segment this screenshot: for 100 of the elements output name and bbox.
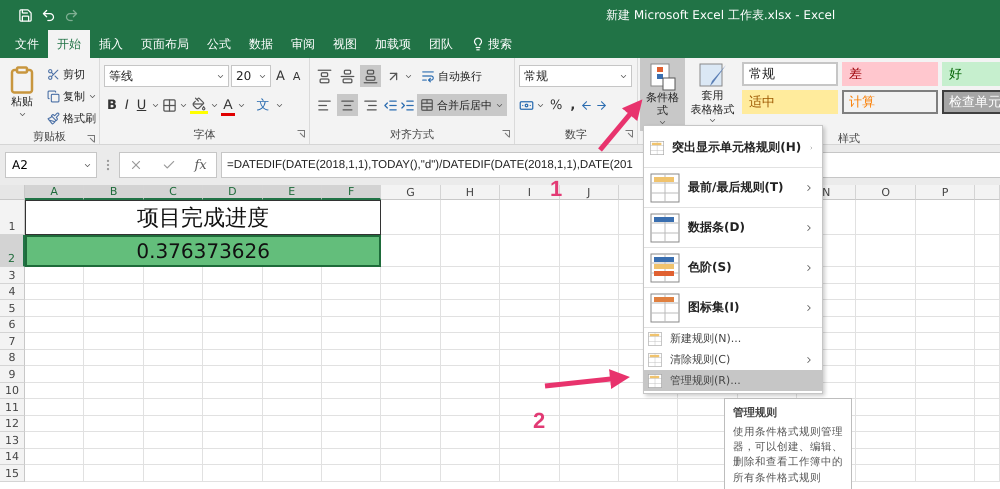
insert-function-button[interactable]: fx xyxy=(194,158,207,172)
sheet-cell[interactable] xyxy=(25,382,84,399)
sheet-cell[interactable] xyxy=(856,416,916,432)
sheet-cell[interactable] xyxy=(381,416,441,432)
sheet-cell[interactable] xyxy=(25,284,84,300)
cell-style-option[interactable]: 常规 xyxy=(742,62,838,86)
grow-font-button[interactable]: A xyxy=(273,65,288,87)
italic-button[interactable]: I xyxy=(122,94,132,116)
sheet-cell[interactable] xyxy=(203,350,263,366)
row-header[interactable]: 6 xyxy=(0,316,25,333)
column-header[interactable]: E xyxy=(262,185,322,200)
sheet-cell[interactable] xyxy=(500,200,560,235)
sheet-cell[interactable] xyxy=(975,366,1000,382)
merge-center-button[interactable]: 合并后居中 xyxy=(417,94,507,116)
name-box[interactable]: A2 xyxy=(5,152,97,178)
sheet-cell[interactable] xyxy=(916,465,976,482)
row-header[interactable]: 4 xyxy=(0,284,25,300)
sheet-cell[interactable] xyxy=(560,465,619,482)
ribbon-tab[interactable]: 文件 xyxy=(6,30,48,58)
sheet-cell[interactable] xyxy=(856,235,916,267)
sheet-cell[interactable] xyxy=(975,284,1000,300)
horizontal-align-button[interactable] xyxy=(337,94,358,116)
row-header[interactable]: 10 xyxy=(0,382,25,399)
sheet-cell[interactable] xyxy=(500,448,560,465)
sheet-cell[interactable] xyxy=(916,448,976,465)
sheet-cell[interactable] xyxy=(84,382,144,399)
row-header[interactable]: 1 xyxy=(0,200,25,235)
sheet-cell[interactable] xyxy=(975,432,1000,448)
row-header[interactable]: 7 xyxy=(0,333,25,350)
sheet-cell[interactable] xyxy=(84,316,144,333)
sheet-cell[interactable] xyxy=(322,267,382,284)
sheet-cell[interactable] xyxy=(618,416,678,432)
sheet-cell[interactable] xyxy=(262,284,322,300)
sheet-cell[interactable] xyxy=(262,432,322,448)
border-icon[interactable] xyxy=(162,98,178,112)
sheet-cell[interactable] xyxy=(84,432,144,448)
ribbon-tab[interactable]: 视图 xyxy=(324,30,366,58)
sheet-cell[interactable] xyxy=(322,300,382,316)
menu-item[interactable]: 色阶(S) xyxy=(644,248,822,288)
sheet-cell[interactable] xyxy=(440,350,500,366)
sheet-cell[interactable] xyxy=(440,366,500,382)
sheet-cell[interactable] xyxy=(322,284,382,300)
sheet-cell[interactable] xyxy=(440,235,500,267)
sheet-cell[interactable] xyxy=(560,235,619,267)
sheet-cell[interactable] xyxy=(25,300,84,316)
sheet-cell[interactable] xyxy=(916,333,976,350)
sheet-cell[interactable] xyxy=(856,267,916,284)
row-header[interactable]: 2 xyxy=(0,235,25,267)
sheet-cell[interactable] xyxy=(144,350,204,366)
ribbon-tab[interactable]: 团队 xyxy=(420,30,462,58)
ribbon-tab[interactable]: 插入 xyxy=(90,30,132,58)
sheet-cell[interactable] xyxy=(144,448,204,465)
sheet-cell[interactable] xyxy=(381,465,441,482)
sheet-cell[interactable] xyxy=(203,465,263,482)
sheet-cell[interactable] xyxy=(916,284,976,300)
sheet-cell[interactable] xyxy=(262,448,322,465)
font-name-field[interactable]: 等线 xyxy=(104,65,229,87)
sheet-cell[interactable] xyxy=(975,200,1000,235)
sheet-cell[interactable] xyxy=(144,465,204,482)
sheet-cell[interactable] xyxy=(144,432,204,448)
sheet-cell[interactable] xyxy=(381,382,441,399)
sheet-cell[interactable] xyxy=(203,382,263,399)
phonetic-button[interactable]: 文 xyxy=(254,94,273,116)
sheet-cell[interactable] xyxy=(381,432,441,448)
sheet-cell[interactable] xyxy=(500,300,560,316)
sheet-cell[interactable] xyxy=(381,284,441,300)
sheet-cell[interactable] xyxy=(144,267,204,284)
comma-button[interactable]: , xyxy=(567,94,578,116)
sheet-cell[interactable] xyxy=(856,316,916,333)
sheet-cell[interactable] xyxy=(203,416,263,432)
sheet-cell[interactable] xyxy=(975,333,1000,350)
sheet-cell[interactable] xyxy=(618,432,678,448)
font-size-field[interactable]: 20 xyxy=(231,65,271,87)
sheet-cell[interactable] xyxy=(500,432,560,448)
column-header[interactable]: H xyxy=(440,185,500,200)
row-header[interactable]: 3 xyxy=(0,267,25,284)
sheet-cell[interactable] xyxy=(856,448,916,465)
sheet-cell[interactable] xyxy=(618,399,678,416)
sheet-cell[interactable] xyxy=(203,300,263,316)
ribbon-tab[interactable]: 数据 xyxy=(240,30,282,58)
sheet-cell[interactable] xyxy=(856,399,916,416)
sheet-cell[interactable] xyxy=(975,416,1000,432)
sheet-cell[interactable] xyxy=(25,416,84,432)
sheet-cell[interactable] xyxy=(84,448,144,465)
column-header[interactable]: A xyxy=(25,185,84,200)
sheet-cell[interactable] xyxy=(856,465,916,482)
sheet-cell[interactable] xyxy=(203,366,263,382)
sheet-cell[interactable] xyxy=(262,399,322,416)
menu-item[interactable]: 新建规则(N)... xyxy=(644,328,822,349)
sheet-cell[interactable] xyxy=(916,316,976,333)
sheet-cell[interactable] xyxy=(144,284,204,300)
sheet-cell[interactable] xyxy=(618,465,678,482)
fill-color-button[interactable] xyxy=(190,96,208,114)
shrink-font-button[interactable]: A xyxy=(290,65,304,87)
sheet-cell[interactable] xyxy=(440,382,500,399)
sheet-cell[interactable] xyxy=(322,333,382,350)
row-header[interactable]: 12 xyxy=(0,416,25,432)
sheet-cell[interactable] xyxy=(144,316,204,333)
sheet-cell[interactable] xyxy=(975,399,1000,416)
sheet-cell[interactable] xyxy=(25,350,84,366)
